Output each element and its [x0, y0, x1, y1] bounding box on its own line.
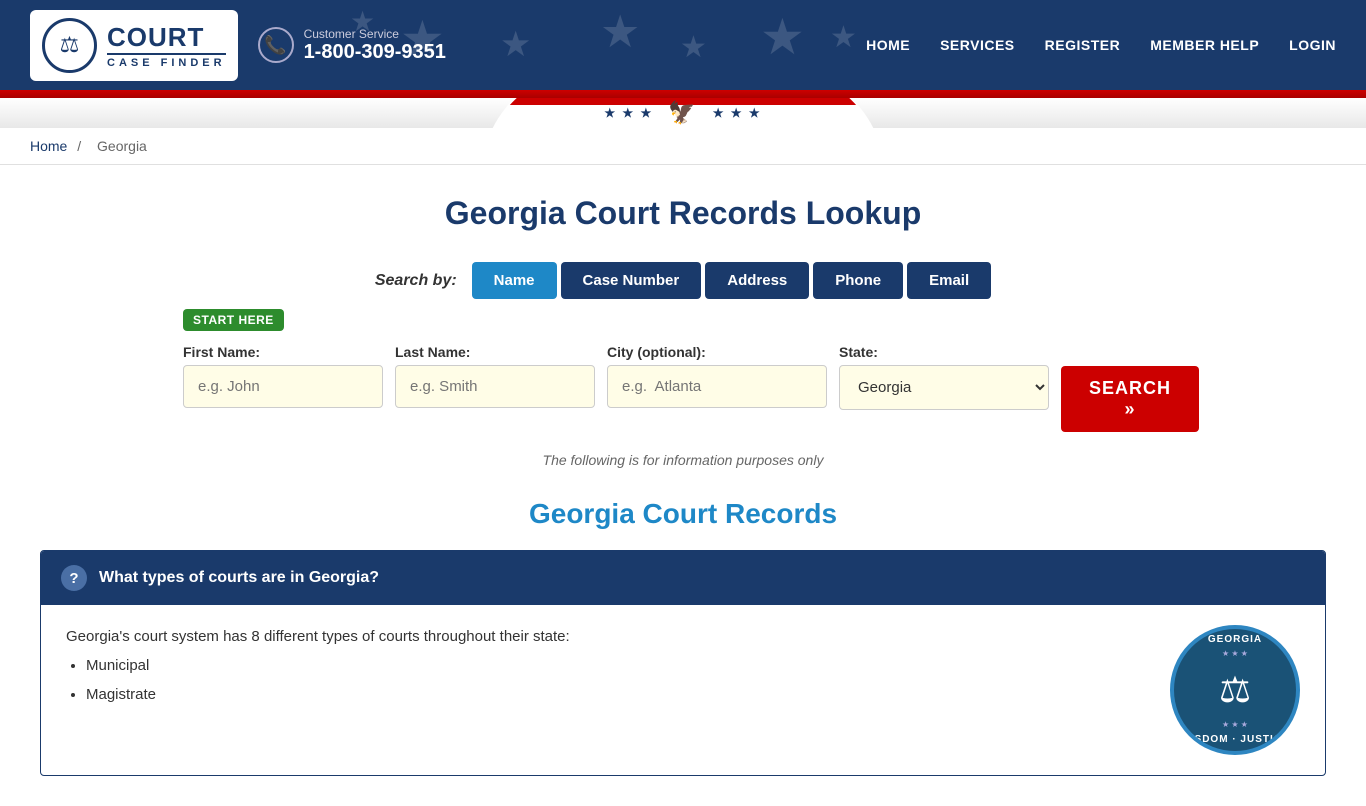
cs-text: Customer Service 1-800-309-9351 — [304, 27, 446, 64]
phone-icon: 📞 — [258, 27, 294, 63]
seal-text-top: GEORGIA — [1180, 632, 1289, 648]
logo[interactable]: ⚖ COURT CASE FINDER — [30, 10, 238, 81]
search-by-row: Search by: Name Case Number Address Phon… — [183, 262, 1183, 299]
faq-item: ? What types of courts are in Georgia? G… — [40, 550, 1326, 776]
page-title: Georgia Court Records Lookup — [40, 195, 1326, 232]
last-name-group: Last Name: — [395, 344, 595, 408]
city-input[interactable] — [607, 365, 827, 408]
last-name-label: Last Name: — [395, 344, 595, 360]
nav-home[interactable]: HOME — [866, 37, 910, 53]
eagle-icon: 🦅 — [668, 100, 697, 126]
section-title: Georgia Court Records — [40, 498, 1326, 530]
breadcrumb: Home / Georgia — [0, 128, 1366, 165]
nav-login[interactable]: LOGIN — [1289, 37, 1336, 53]
breadcrumb-separator: / — [77, 138, 81, 154]
tab-case-number[interactable]: Case Number — [561, 262, 702, 299]
eagle-banner: ★ ★ ★ 🦅 ★ ★ ★ — [0, 98, 1366, 128]
site-header: ★ ★ ★ ★ ★ ★ ★ ⚖ COURT CASE FINDER 📞 Cust… — [0, 0, 1366, 90]
red-banner — [0, 90, 1366, 98]
last-name-input[interactable] — [395, 365, 595, 408]
tab-address[interactable]: Address — [705, 262, 809, 299]
stars-right: ★ ★ ★ — [713, 106, 762, 120]
seal-symbol: ⚖ — [1180, 661, 1289, 719]
eagle-content: ★ ★ ★ 🦅 ★ ★ ★ — [604, 100, 761, 126]
nav-services[interactable]: SERVICES — [940, 37, 1015, 53]
faq-body: Georgia's court system has 8 different t… — [41, 605, 1325, 775]
start-here-badge: START HERE — [183, 309, 1183, 339]
tab-phone[interactable]: Phone — [813, 262, 903, 299]
header-left: ⚖ COURT CASE FINDER 📞 Customer Service 1… — [30, 10, 446, 81]
seal-inner: GEORGIA ★ ★ ★ ⚖ ★ ★ ★ WISDOM · JUSTICE — [1180, 632, 1289, 747]
first-name-group: First Name: — [183, 344, 383, 408]
info-note: The following is for information purpose… — [40, 452, 1326, 468]
court-types-list: Municipal Magistrate — [86, 654, 1140, 707]
logo-court-label: COURT — [107, 22, 226, 53]
faq-body-text: Georgia's court system has 8 different t… — [66, 625, 1140, 755]
faq-question-icon: ? — [61, 565, 87, 591]
search-button[interactable]: SEARCH » — [1061, 366, 1199, 432]
search-by-label: Search by: — [375, 272, 457, 290]
faq-question: What types of courts are in Georgia? — [99, 569, 379, 587]
search-form: First Name: Last Name: City (optional): … — [183, 344, 1183, 432]
logo-seal: ⚖ — [42, 18, 97, 73]
seal-stars-bottom: ★ ★ ★ — [1180, 719, 1289, 732]
customer-service: 📞 Customer Service 1-800-309-9351 — [258, 27, 446, 64]
logo-case-finder-label: CASE FINDER — [107, 53, 226, 69]
breadcrumb-home[interactable]: Home — [30, 138, 67, 154]
tab-email[interactable]: Email — [907, 262, 991, 299]
state-label: State: — [839, 344, 1049, 360]
state-select[interactable]: AlabamaAlaskaArizonaArkansasCaliforniaCo… — [839, 365, 1049, 410]
city-label: City (optional): — [607, 344, 827, 360]
breadcrumb-current: Georgia — [97, 138, 147, 154]
main-nav: HOME SERVICES REGISTER MEMBER HELP LOGIN — [866, 37, 1336, 53]
first-name-input[interactable] — [183, 365, 383, 408]
cs-phone: 1-800-309-9351 — [304, 41, 446, 64]
logo-text: COURT CASE FINDER — [107, 22, 226, 69]
cs-label: Customer Service — [304, 27, 446, 41]
faq-intro: Georgia's court system has 8 different t… — [66, 625, 1140, 649]
search-section: Search by: Name Case Number Address Phon… — [183, 262, 1183, 432]
faq-header[interactable]: ? What types of courts are in Georgia? — [41, 551, 1325, 605]
tab-name[interactable]: Name — [472, 262, 557, 299]
stars-left: ★ ★ ★ — [604, 106, 653, 120]
list-item: Municipal — [86, 654, 1140, 678]
start-here-label: START HERE — [183, 309, 284, 331]
seal-text-bottom: WISDOM · JUSTICE — [1180, 732, 1289, 748]
state-group: State: AlabamaAlaskaArizonaArkansasCalif… — [839, 344, 1049, 410]
list-item: Magistrate — [86, 683, 1140, 707]
search-button-label: SEARCH » — [1089, 378, 1171, 420]
main-content: Georgia Court Records Lookup Search by: … — [0, 165, 1366, 806]
nav-member-help[interactable]: MEMBER HELP — [1150, 37, 1259, 53]
georgia-seal: GEORGIA ★ ★ ★ ⚖ ★ ★ ★ WISDOM · JUSTICE — [1170, 625, 1300, 755]
seal-stars: ★ ★ ★ — [1180, 648, 1289, 661]
city-group: City (optional): — [607, 344, 827, 408]
tab-buttons: Name Case Number Address Phone Email — [472, 262, 991, 299]
nav-register[interactable]: REGISTER — [1045, 37, 1121, 53]
first-name-label: First Name: — [183, 344, 383, 360]
